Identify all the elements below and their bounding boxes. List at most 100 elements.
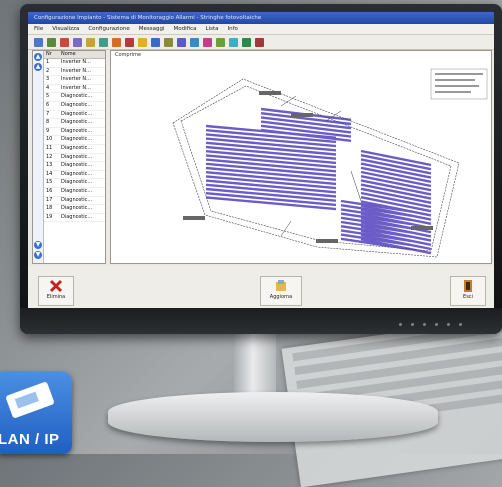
row-num: 12 (46, 153, 53, 160)
monitor-bezel (20, 308, 502, 334)
menu-file[interactable]: File (34, 24, 43, 34)
alarm-icon[interactable] (125, 37, 134, 47)
row-name: Diagnostic... (61, 153, 93, 160)
table-row[interactable]: 5 Diagnostic... (44, 93, 105, 102)
row-num: 3 (46, 76, 50, 83)
row-num: 14 (46, 170, 53, 177)
menu-edit[interactable]: Modifica (173, 24, 196, 34)
lan-ip-badge: LAN / IP (0, 372, 72, 454)
key-icon[interactable] (164, 37, 173, 47)
row-num: 9 (46, 127, 50, 134)
app-window: Configurazione Impianto - Sistema di Mon… (28, 12, 494, 308)
refresh-button[interactable]: Aggiorna (260, 276, 302, 306)
save-icon[interactable] (60, 37, 69, 47)
plant-layout-map[interactable] (111, 51, 491, 263)
globe-icon[interactable] (242, 37, 251, 47)
exit-button[interactable]: Esci (450, 276, 486, 306)
row-name: Inverter N... (61, 59, 91, 65)
table-row[interactable]: 7 Diagnostic... (44, 111, 105, 120)
row-num: 18 (46, 205, 53, 212)
flag-icon[interactable] (99, 37, 108, 47)
callout-label (291, 113, 313, 117)
row-name: Inverter N... (61, 76, 91, 83)
row-name: Diagnostic... (61, 162, 93, 169)
table-row[interactable]: 11 Diagnostic... (44, 145, 105, 154)
table-row[interactable]: 4 Inverter N... (44, 85, 105, 94)
monitor: Configurazione Impianto - Sistema di Mon… (20, 4, 502, 334)
table-row[interactable]: 2 Inverter N... (44, 68, 105, 77)
menu-view[interactable]: Visualizza (52, 24, 79, 34)
scroll-down-icon[interactable]: ▼ (34, 241, 42, 249)
header-name: Nome (61, 51, 76, 57)
refresh-icon (276, 280, 286, 291)
table-row[interactable]: 15 Diagnostic... (44, 179, 105, 188)
edit-icon[interactable] (86, 37, 95, 47)
row-num: 7 (46, 110, 50, 117)
print-icon[interactable] (73, 37, 82, 47)
row-name: Diagnostic... (61, 136, 93, 143)
device-table: Nr Nome 1 Inverter N... 2 Inverter N... 3 Inv… (44, 51, 105, 223)
report-icon[interactable] (190, 37, 199, 47)
row-name: Diagnostic... (61, 205, 93, 212)
row-name: Diagnostic... (61, 187, 93, 194)
exit-icon[interactable] (255, 37, 264, 47)
ethernet-cable-icon (5, 381, 55, 419)
callout-label (411, 226, 433, 230)
table-row[interactable]: 8 Diagnostic... (44, 119, 105, 128)
row-num: 5 (46, 93, 50, 100)
table-row[interactable]: 10 Diagnostic... (44, 136, 105, 145)
zoom-icon[interactable] (112, 37, 121, 47)
callout-label (316, 239, 338, 243)
callout-label (259, 91, 281, 95)
table-row[interactable]: 12 Diagnostic... (44, 154, 105, 163)
table-row[interactable]: 18 Diagnostic... (44, 205, 105, 214)
table-row[interactable]: 16 Diagnostic... (44, 188, 105, 197)
row-num: 15 (46, 179, 53, 186)
table-row[interactable]: 19 Diagnostic... (44, 214, 105, 223)
table-row[interactable]: 17 Diagnostic... (44, 197, 105, 206)
table-row[interactable]: 13 Diagnostic... (44, 162, 105, 171)
scroll-bottom-icon[interactable]: ▼ (34, 251, 42, 259)
header-num: Nr (46, 51, 52, 57)
table-row[interactable]: 3 Inverter N... (44, 76, 105, 85)
toolbar (28, 35, 494, 50)
open-icon[interactable] (47, 37, 56, 47)
row-name: Diagnostic... (61, 119, 93, 126)
scroll-up-icon[interactable]: ▲ (34, 63, 42, 71)
row-num: 1 (46, 59, 50, 65)
row-name: Diagnostic... (61, 93, 93, 100)
map-panel-label: Comprime (115, 52, 141, 58)
row-num: 4 (46, 84, 50, 91)
row-num: 10 (46, 136, 53, 143)
table-header: Nr Nome (44, 51, 105, 59)
exit-icon (464, 280, 472, 292)
row-name: Diagnostic... (61, 144, 93, 151)
help-icon[interactable] (229, 37, 238, 47)
row-num: 17 (46, 196, 53, 203)
menu-list[interactable]: Lista (205, 24, 218, 34)
menu-configuration[interactable]: Configurazione (88, 24, 129, 34)
table-row[interactable]: 6 Diagnostic... (44, 102, 105, 111)
callout-label (183, 216, 205, 220)
new-icon[interactable] (34, 37, 43, 47)
link-icon[interactable] (151, 37, 160, 47)
scroll-top-icon[interactable]: ▲ (34, 53, 42, 61)
table-row[interactable]: 14 Diagnostic... (44, 171, 105, 180)
row-name: Inverter N... (61, 67, 91, 74)
delete-button[interactable]: Elimina (38, 276, 74, 306)
menu-messages[interactable]: Messaggi (139, 24, 165, 34)
row-num: 11 (46, 144, 53, 151)
list-scroll-controls: ▲ ▲ ▼ ▼ (33, 51, 44, 263)
settings-icon[interactable] (216, 37, 225, 47)
table-row[interactable]: 9 Diagnostic... (44, 128, 105, 137)
lan-ip-label: LAN / IP (0, 431, 60, 448)
row-name: Diagnostic... (61, 110, 93, 117)
device-list-panel: ▲ ▲ ▼ ▼ Nr Nome 1 Inverter N... 2 Inverter … (32, 50, 106, 264)
chart-icon[interactable] (203, 37, 212, 47)
table-row[interactable]: 1 Inverter N... (44, 59, 105, 68)
grid-icon[interactable] (177, 37, 186, 47)
menu-info[interactable]: Info (227, 24, 237, 34)
row-num: 8 (46, 119, 50, 126)
warning-icon[interactable] (138, 37, 147, 47)
plant-map-panel: Comprime (110, 50, 492, 264)
